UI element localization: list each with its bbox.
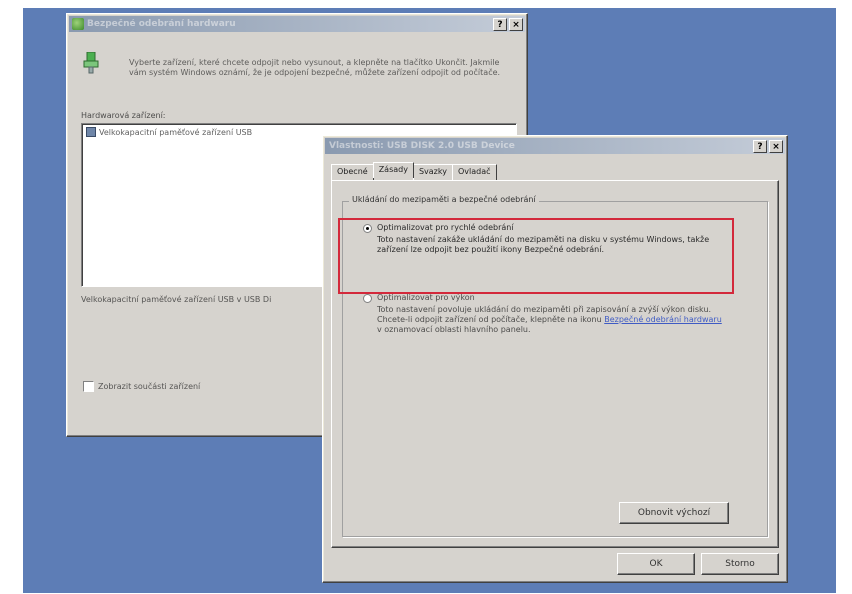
device-name: Velkokapacitní paměťové zařízení USB <box>99 127 253 137</box>
group-title: Ukládání do mezipaměti a bezpečné odebrá… <box>349 195 539 204</box>
help-button[interactable]: ? <box>753 139 767 153</box>
cancel-button[interactable]: Storno <box>701 553 779 575</box>
tab-general[interactable]: Obecné <box>331 164 374 180</box>
instructions-text: Vyberte zařízení, které chcete odpojit n… <box>129 58 501 77</box>
performance-desc-tail: v oznamovací oblasti hlavního panelu. <box>377 325 531 334</box>
optimize-performance-label[interactable]: Optimalizovat pro výkon <box>377 293 475 303</box>
tab-strip: Obecné Zásady Svazky Ovladač <box>331 162 497 180</box>
title-bar[interactable]: Bezpečné odebrání hardwaru ? × <box>69 16 525 32</box>
safely-remove-hardware-link[interactable]: Bezpečné odebrání hardwaru <box>604 315 722 324</box>
tab-policies[interactable]: Zásady <box>372 162 414 178</box>
show-components-checkbox[interactable] <box>83 381 94 392</box>
show-components-label[interactable]: Zobrazit součásti zařízení <box>98 382 200 392</box>
usb-plug-icon <box>81 51 101 74</box>
dialog-title: Vlastnosti: USB DISK 2.0 USB Device <box>329 141 515 151</box>
restore-defaults-button[interactable]: Obnovit výchozí <box>619 502 729 524</box>
usb-device-icon <box>86 127 96 137</box>
list-item[interactable]: Velkokapacitní paměťové zařízení USB <box>86 127 252 138</box>
close-button[interactable]: × <box>769 139 783 153</box>
device-status-text: Velkokapacitní paměťové zařízení USB v U… <box>81 295 272 304</box>
device-properties-dialog: Vlastnosti: USB DISK 2.0 USB Device ? × … <box>322 135 788 583</box>
tab-volumes[interactable]: Svazky <box>412 164 453 180</box>
optimize-performance-description: Toto nastavení povoluje ukládání do mezi… <box>377 305 723 335</box>
ok-button[interactable]: OK <box>617 553 695 575</box>
tab-driver[interactable]: Ovladač <box>451 164 497 180</box>
devices-label: Hardwarová zařízení: <box>81 111 166 120</box>
optimize-performance-radio[interactable] <box>363 294 372 303</box>
highlight-frame <box>338 218 734 294</box>
title-bar[interactable]: Vlastnosti: USB DISK 2.0 USB Device ? × <box>325 138 785 154</box>
help-button[interactable]: ? <box>493 17 507 31</box>
dialog-title: Bezpečné odebrání hardwaru <box>87 19 236 29</box>
close-button[interactable]: × <box>509 17 523 31</box>
